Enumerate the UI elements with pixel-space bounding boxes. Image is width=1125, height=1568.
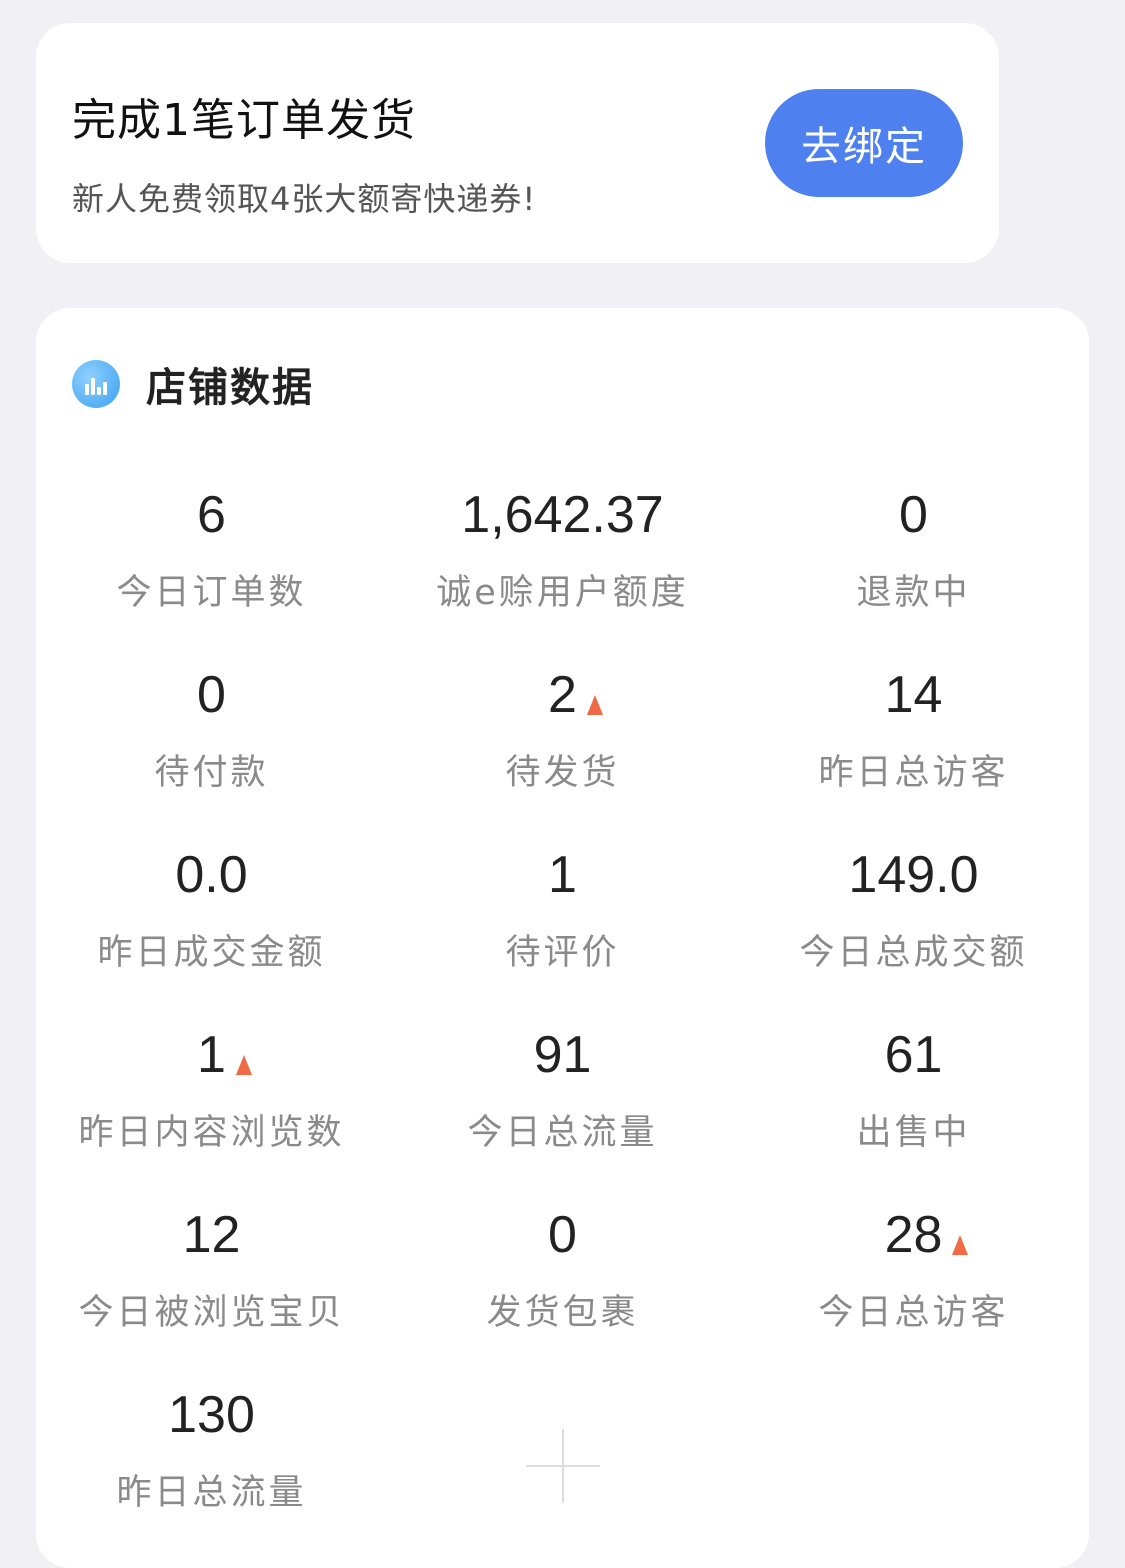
- stat-label: 待发货: [505, 753, 620, 793]
- stat-item[interactable]: 1 昨日内容浏览数: [36, 1013, 387, 1193]
- stat-item[interactable]: 91 今日总流量: [387, 1013, 738, 1193]
- stat-value-number: 6: [197, 486, 226, 544]
- stat-label: 出售中: [856, 1113, 971, 1153]
- stat-label: 昨日成交金额: [97, 933, 326, 973]
- stat-value-number: 14: [884, 666, 943, 724]
- stat-label: 今日总成交额: [799, 933, 1028, 973]
- stat-value-number: 0: [899, 486, 928, 544]
- stat-value-number: 1: [197, 1025, 252, 1085]
- stat-item[interactable]: 28 今日总访客: [738, 1193, 1089, 1373]
- stat-label: 昨日总访客: [818, 753, 1009, 793]
- stat-item[interactable]: 149.0 今日总成交额: [738, 833, 1089, 1013]
- trend-up-icon: [952, 1235, 969, 1255]
- add-stat-button[interactable]: [387, 1373, 738, 1553]
- stat-value: 1: [387, 845, 738, 905]
- stat-label: 退款中: [856, 573, 971, 613]
- trend-up-icon: [235, 1055, 252, 1075]
- stat-value-number: 91: [533, 1026, 592, 1084]
- stat-value: 130: [36, 1385, 387, 1445]
- stat-item[interactable]: 6 今日订单数: [36, 473, 387, 653]
- stat-label: 今日被浏览宝贝: [78, 1293, 345, 1333]
- promo-card: 完成1笔订单发货 新人免费领取4张大额寄快递券! 去绑定: [36, 23, 999, 263]
- stat-item[interactable]: 12 今日被浏览宝贝: [36, 1193, 387, 1373]
- store-data-header: 店铺数据: [72, 358, 314, 411]
- stat-value: 1,642.37: [387, 485, 738, 545]
- promo-subtitle: 新人免费领取4张大额寄快递券!: [72, 180, 537, 218]
- stat-value-number: 0: [548, 1206, 577, 1264]
- stat-value-number: 149.0: [848, 846, 979, 904]
- store-data-title: 店铺数据: [146, 365, 314, 411]
- promo-title: 完成1笔订单发货: [72, 95, 416, 146]
- stat-item[interactable]: 130 昨日总流量: [36, 1373, 387, 1553]
- stat-value: 28: [738, 1205, 1089, 1265]
- stat-label: 待付款: [154, 753, 269, 793]
- stat-item[interactable]: 2 待发货: [387, 653, 738, 833]
- bar-chart-icon: [72, 360, 120, 408]
- stat-value-number: 130: [168, 1386, 255, 1444]
- stat-item[interactable]: 0 待付款: [36, 653, 387, 833]
- stat-value: 1: [36, 1025, 387, 1085]
- stat-value-number: 2: [548, 665, 603, 725]
- bind-button[interactable]: 去绑定: [765, 89, 963, 197]
- stat-label: 待评价: [505, 933, 620, 973]
- stat-label: 今日总流量: [467, 1113, 658, 1153]
- stat-value: 6: [36, 485, 387, 545]
- stat-value-number: 12: [182, 1206, 241, 1264]
- stat-value: 0.0: [36, 845, 387, 905]
- stat-value: 0: [387, 1205, 738, 1265]
- stat-item[interactable]: 0.0 昨日成交金额: [36, 833, 387, 1013]
- stat-item[interactable]: 1,642.37 诚e赊用户额度: [387, 473, 738, 653]
- stat-value-number: 0.0: [175, 846, 248, 904]
- stat-value: 0: [36, 665, 387, 725]
- store-data-card: 店铺数据 6 今日订单数 1,642.37 诚e赊用户额度 0 退款中 0 待付款 2 待发货 14…: [36, 308, 1089, 1568]
- trend-up-icon: [586, 695, 603, 715]
- stat-label: 发货包裹: [486, 1293, 639, 1333]
- stat-value-number: 61: [884, 1026, 943, 1084]
- stat-label: 诚e赊用户额度: [436, 573, 689, 613]
- stat-label: 昨日总流量: [116, 1473, 307, 1513]
- stat-label: 昨日内容浏览数: [78, 1113, 345, 1153]
- stat-value-number: 0: [197, 666, 226, 724]
- stat-value: 2: [387, 665, 738, 725]
- stat-value-number: 1,642.37: [461, 486, 664, 544]
- stat-item[interactable]: 14 昨日总访客: [738, 653, 1089, 833]
- stat-label: 今日订单数: [116, 573, 307, 613]
- stat-value-number: 28: [885, 1205, 969, 1265]
- stat-value: 149.0: [738, 845, 1089, 905]
- stat-value: 12: [36, 1205, 387, 1265]
- stat-item[interactable]: 61 出售中: [738, 1013, 1089, 1193]
- stat-value: 61: [738, 1025, 1089, 1085]
- stat-value: 0: [738, 485, 1089, 545]
- stat-item[interactable]: 1 待评价: [387, 833, 738, 1013]
- stat-value: 91: [387, 1025, 738, 1085]
- stat-item[interactable]: 0 退款中: [738, 473, 1089, 653]
- stat-value: 14: [738, 665, 1089, 725]
- stat-item[interactable]: 0 发货包裹: [387, 1193, 738, 1373]
- stat-label: 今日总访客: [818, 1293, 1009, 1333]
- stat-value-number: 1: [548, 846, 577, 904]
